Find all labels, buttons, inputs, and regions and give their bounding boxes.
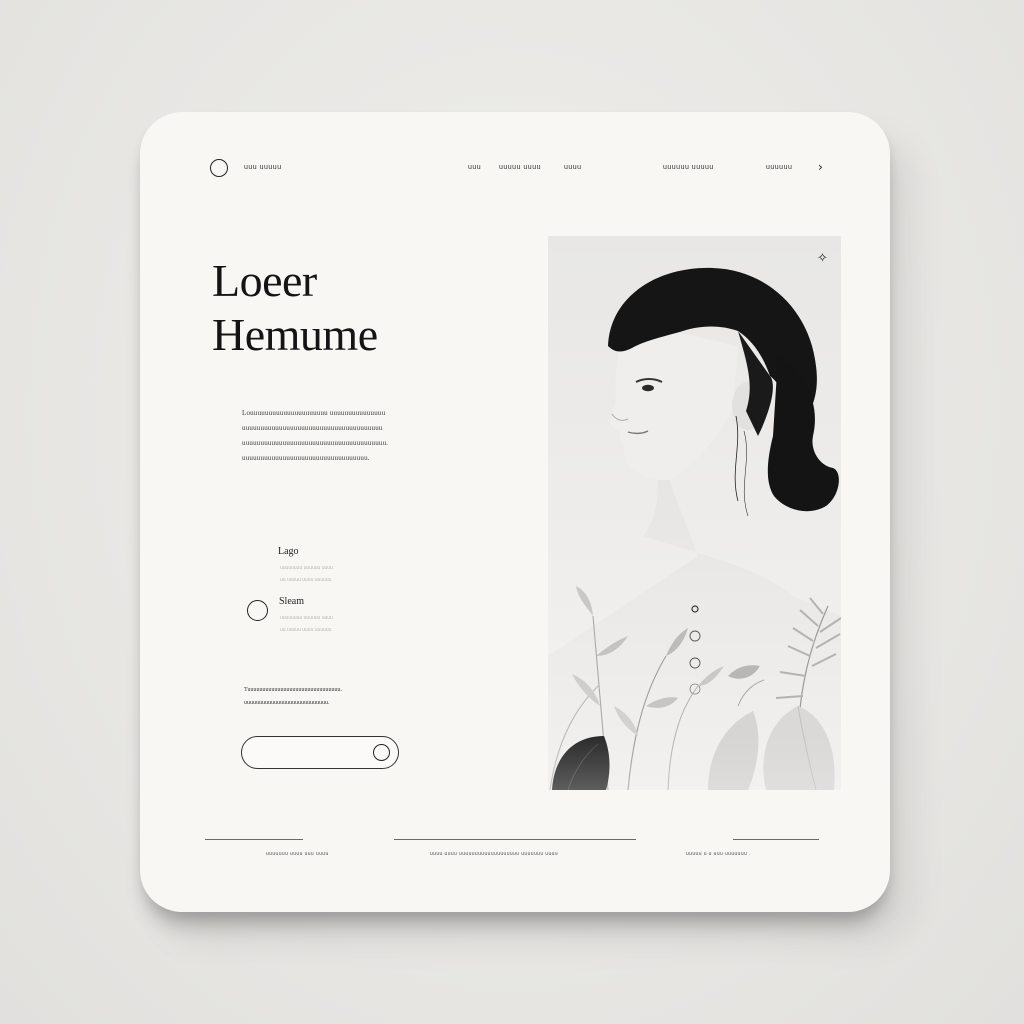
web-page-card: uuu uuuuu uuu uuuuu uuuu uuuu uuuuuu uuu… [140,112,890,912]
footer-text-right[interactable]: uuuuu u u uuu uuuuuuu . [686,851,751,858]
feature-title-2: Sleam [279,596,304,607]
nav-link-3[interactable]: uuuu [564,163,582,172]
woman-portrait-illustration [548,267,841,790]
hero-title-line-1: Loeer [212,255,317,306]
footer-text-left[interactable]: uuuuuuu uuuu uuu uuuu [266,851,329,858]
feature-title-1: Lago [278,546,299,557]
hero-title-line-2: Hemume [212,309,378,360]
hero-image-panel: ✧ [548,236,841,790]
nav-action-link[interactable]: uuuuuu [766,163,792,172]
feature-subtitle-line: uu uuuuu uuuu uuuuuu [280,627,332,633]
description-line: uuuuuuuuuuuuuuuuuuuuuuuuuuuuuuuuuuuuuu [242,424,383,432]
brand-name[interactable]: uuu uuuuu [244,163,282,172]
description-line: uuuuuuuuuuuuuuuuuuuuuuuuuuuuuuuuuuuuuuu. [242,439,389,447]
note-line: uuuuuuuuuuuuuuuuuuuuuuuuuuuu. [244,700,330,706]
feature-subtitle-line: uuuuuuuu uuuuuu uuuu [280,615,333,621]
feature-subtitle-2: uuuuuuuu uuuuuu uuuu uu uuuuu uuuu uuuuu… [280,612,370,636]
logo-circle-icon[interactable] [210,159,228,177]
toggle-knob-icon[interactable] [373,744,390,761]
feature-subtitle-1: uuuuuuuu uuuuuu uuuu uu uuuuu uuuu uuuuu… [280,562,370,586]
nav-link-1[interactable]: uuu [468,163,481,172]
chevron-right-icon[interactable]: › [818,160,823,174]
hero-title: Loeer Hemume [212,254,378,362]
description-line: Louuuuuuuuuuuuuuuuuuuuu uuuuuuuuuuuuuuu [242,409,386,417]
footer-text-center[interactable]: uuuu uuuu uuuuuuuuuuuuuuuuuuu uuuuuuu uu… [430,851,558,858]
footer-divider-left [205,839,303,840]
description-line: uuuuuuuuuuuuuuuuuuuuuuuuuuuuuuuuuu. [242,454,370,462]
hero-description: Louuuuuuuuuuuuuuuuuuuuu uuuuuuuuuuuuuuu … [242,406,482,466]
feature-subtitle-line: uu uuuuu uuuu uuuuuu [280,577,332,583]
feature-subtitle-line: uuuuuuuu uuuuuu uuuu [280,565,333,571]
toggle-input-pill[interactable] [241,736,399,769]
footer-divider-center [394,839,636,840]
footer-divider-right [733,839,819,840]
note-line: Tuuuuuuuuuuuuuuuuuuuuuuuuuuuuuuu. [244,687,342,693]
feature-radio-icon[interactable] [247,600,268,621]
sparkle-icon[interactable]: ✧ [817,252,828,266]
nav-account-link[interactable]: uuuuuu uuuuu [663,163,714,172]
nav-link-2[interactable]: uuuuu uuuu [499,163,541,172]
footnote-text: Tuuuuuuuuuuuuuuuuuuuuuuuuuuuuuuu. uuuuuu… [244,684,404,710]
